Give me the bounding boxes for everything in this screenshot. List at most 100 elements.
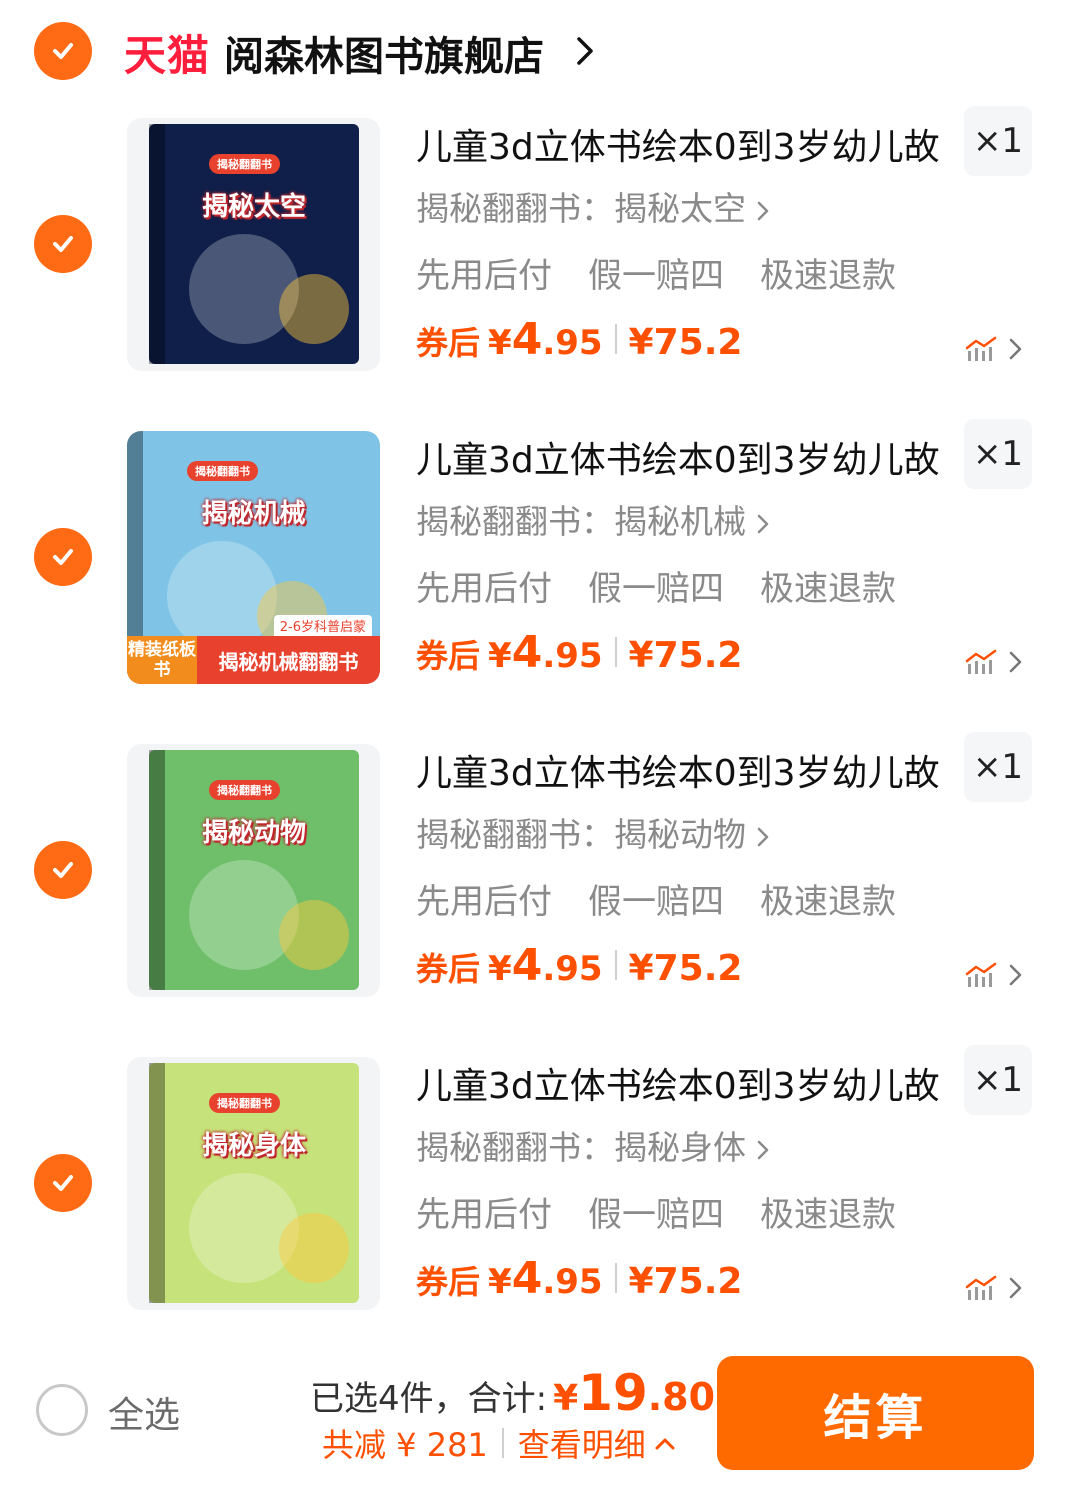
sku-label: 揭秘翻翻书：揭秘动物: [416, 815, 746, 854]
product-title[interactable]: 儿童3d立体书绘本0到3岁幼儿故: [416, 431, 956, 483]
store-checkbox-checked-icon[interactable]: [34, 22, 92, 80]
price-row: 券后 ¥ 4 .95 ¥75.2: [416, 940, 742, 996]
chevron-right-icon: [757, 514, 769, 533]
sku-label: 揭秘翻翻书：揭秘机械: [416, 502, 746, 541]
quantity-stepper[interactable]: ×1: [964, 732, 1032, 802]
cover-illustration: [279, 900, 349, 970]
saving-row: 共减 ¥ 281 查看明细: [322, 1420, 676, 1466]
total-int: 19: [578, 1364, 648, 1422]
item-checkbox-checked-icon[interactable]: [34, 215, 92, 273]
sku-selector[interactable]: 揭秘翻翻书：揭秘机械: [416, 495, 770, 543]
original-price: ¥75.2: [628, 1261, 743, 1302]
cart-item: 揭秘翻翻书 揭秘太空 儿童3d立体书绘本0到3岁幼儿故 ×1 揭秘翻翻书：揭秘太…: [0, 106, 1080, 431]
service-tag: 假一赔四: [588, 569, 724, 609]
service-tag: 先用后付: [416, 256, 552, 296]
total-yen: ¥: [553, 1378, 579, 1419]
tmall-logo: 天猫: [124, 31, 211, 80]
item-checkbox-checked-icon[interactable]: [34, 528, 92, 586]
store-header: 天猫 阅森林图书旗舰店: [0, 0, 1080, 100]
price-int: 4: [511, 940, 543, 991]
original-price: ¥75.2: [628, 948, 743, 989]
divider: [614, 1263, 617, 1293]
service-tag: 极速退款: [760, 882, 896, 922]
cart-item: 揭秘翻翻书 揭秘机械 2-6岁科普启蒙 精装纸板书 揭秘机械翻翻书 儿童3d立体…: [0, 419, 1080, 744]
divider: [614, 324, 617, 354]
price-int: 4: [511, 314, 543, 365]
select-all-checkbox[interactable]: [36, 1384, 88, 1436]
sku-selector[interactable]: 揭秘翻翻书：揭秘动物: [416, 808, 770, 856]
view-details-link[interactable]: 查看明细: [518, 1420, 646, 1466]
sku-selector[interactable]: 揭秘翻翻书：揭秘身体: [416, 1121, 770, 1169]
service-tags: 先用后付 假一赔四 极速退款: [416, 561, 932, 610]
chevron-right-icon: [757, 201, 769, 220]
cart-item: 揭秘翻翻书 揭秘动物 儿童3d立体书绘本0到3岁幼儿故 ×1 揭秘翻翻书：揭秘动…: [0, 732, 1080, 1057]
price-yen: ¥: [488, 949, 512, 989]
chevron-right-icon: [1009, 338, 1022, 360]
price-dec: .95: [542, 1262, 603, 1302]
select-all-label[interactable]: 全选: [108, 1386, 180, 1438]
price-row: 券后 ¥ 4 .95 ¥75.2: [416, 627, 742, 683]
chevron-up-icon[interactable]: [654, 1436, 676, 1450]
service-tag: 先用后付: [416, 882, 552, 922]
chevron-right-icon: [1009, 1277, 1022, 1299]
total-dec: .80: [647, 1375, 716, 1419]
item-checkbox-checked-icon[interactable]: [34, 1154, 92, 1212]
service-tags: 先用后付 假一赔四 极速退款: [416, 248, 932, 297]
cover-ribbon: 精装纸板书 揭秘机械翻翻书: [127, 636, 380, 684]
total-summary: 已选4件，合计: ¥ 19 .80: [310, 1364, 715, 1422]
price-yen: ¥: [488, 1262, 512, 1302]
coupon-price-label: 券后: [416, 950, 481, 988]
service-tag: 极速退款: [760, 1195, 896, 1235]
price-yen: ¥: [488, 323, 512, 363]
cover-badge: 揭秘翻翻书: [187, 461, 258, 481]
service-tags: 先用后付 假一赔四 极速退款: [416, 1187, 932, 1236]
price-dec: .95: [542, 323, 603, 363]
cover-illustration: [167, 541, 277, 651]
cover-title: 揭秘身体: [201, 1131, 306, 1161]
service-tag: 假一赔四: [588, 256, 724, 296]
price-int: 4: [511, 1253, 543, 1304]
chevron-right-icon: [1009, 964, 1022, 986]
quantity-stepper[interactable]: ×1: [964, 419, 1032, 489]
ribbon-right-text: 揭秘机械翻翻书: [218, 649, 359, 674]
price-trend-icon: [965, 336, 997, 361]
cover-illustration: [279, 274, 349, 344]
product-title[interactable]: 儿童3d立体书绘本0到3岁幼儿故: [416, 118, 956, 170]
item-checkbox-checked-icon[interactable]: [34, 841, 92, 899]
original-price: ¥75.2: [628, 635, 743, 676]
cart-item: 揭秘翻翻书 揭秘身体 儿童3d立体书绘本0到3岁幼儿故 ×1 揭秘翻翻书：揭秘身…: [0, 1045, 1080, 1370]
chevron-right-icon: [1009, 651, 1022, 673]
sku-label: 揭秘翻翻书：揭秘身体: [416, 1128, 746, 1167]
sku-label: 揭秘翻翻书：揭秘太空: [416, 189, 746, 228]
sku-selector[interactable]: 揭秘翻翻书：揭秘太空: [416, 182, 770, 230]
product-image[interactable]: 揭秘翻翻书 揭秘动物: [127, 744, 380, 997]
book-cover: 揭秘翻翻书 揭秘太空: [149, 124, 359, 364]
product-image[interactable]: 揭秘翻翻书 揭秘机械 2-6岁科普启蒙 精装纸板书 揭秘机械翻翻书: [127, 431, 380, 684]
price-trend-button[interactable]: [964, 958, 1028, 992]
divider: [614, 637, 617, 667]
product-image[interactable]: 揭秘翻翻书 揭秘太空: [127, 118, 380, 371]
price-trend-button[interactable]: [964, 1271, 1028, 1305]
product-title[interactable]: 儿童3d立体书绘本0到3岁幼儿故: [416, 1057, 956, 1109]
checkout-button[interactable]: 结算: [717, 1356, 1034, 1470]
cover-illustration: [189, 234, 299, 344]
price-row: 券后 ¥ 4 .95 ¥75.2: [416, 314, 742, 370]
store-name-link[interactable]: 阅森林图书旗舰店: [224, 24, 544, 82]
quantity-stepper[interactable]: ×1: [964, 106, 1032, 176]
product-title[interactable]: 儿童3d立体书绘本0到3岁幼儿故: [416, 744, 956, 796]
price-dec: .95: [542, 636, 603, 676]
price-trend-button[interactable]: [964, 332, 1028, 366]
cover-illustration: [189, 860, 299, 970]
cover-badge: 揭秘翻翻书: [209, 780, 280, 800]
cover-title: 揭秘太空: [201, 192, 306, 222]
chevron-right-icon[interactable]: [574, 34, 596, 68]
cover-age-tag: 2-6岁科普启蒙: [273, 615, 372, 636]
service-tag: 先用后付: [416, 1195, 552, 1235]
quantity-stepper[interactable]: ×1: [964, 1045, 1032, 1115]
coupon-price-label: 券后: [416, 1263, 481, 1301]
service-tags: 先用后付 假一赔四 极速退款: [416, 874, 932, 923]
book-cover: 揭秘翻翻书 揭秘动物: [149, 750, 359, 990]
product-image[interactable]: 揭秘翻翻书 揭秘身体: [127, 1057, 380, 1310]
cover-illustration: [189, 1173, 299, 1283]
price-trend-button[interactable]: [964, 645, 1028, 679]
